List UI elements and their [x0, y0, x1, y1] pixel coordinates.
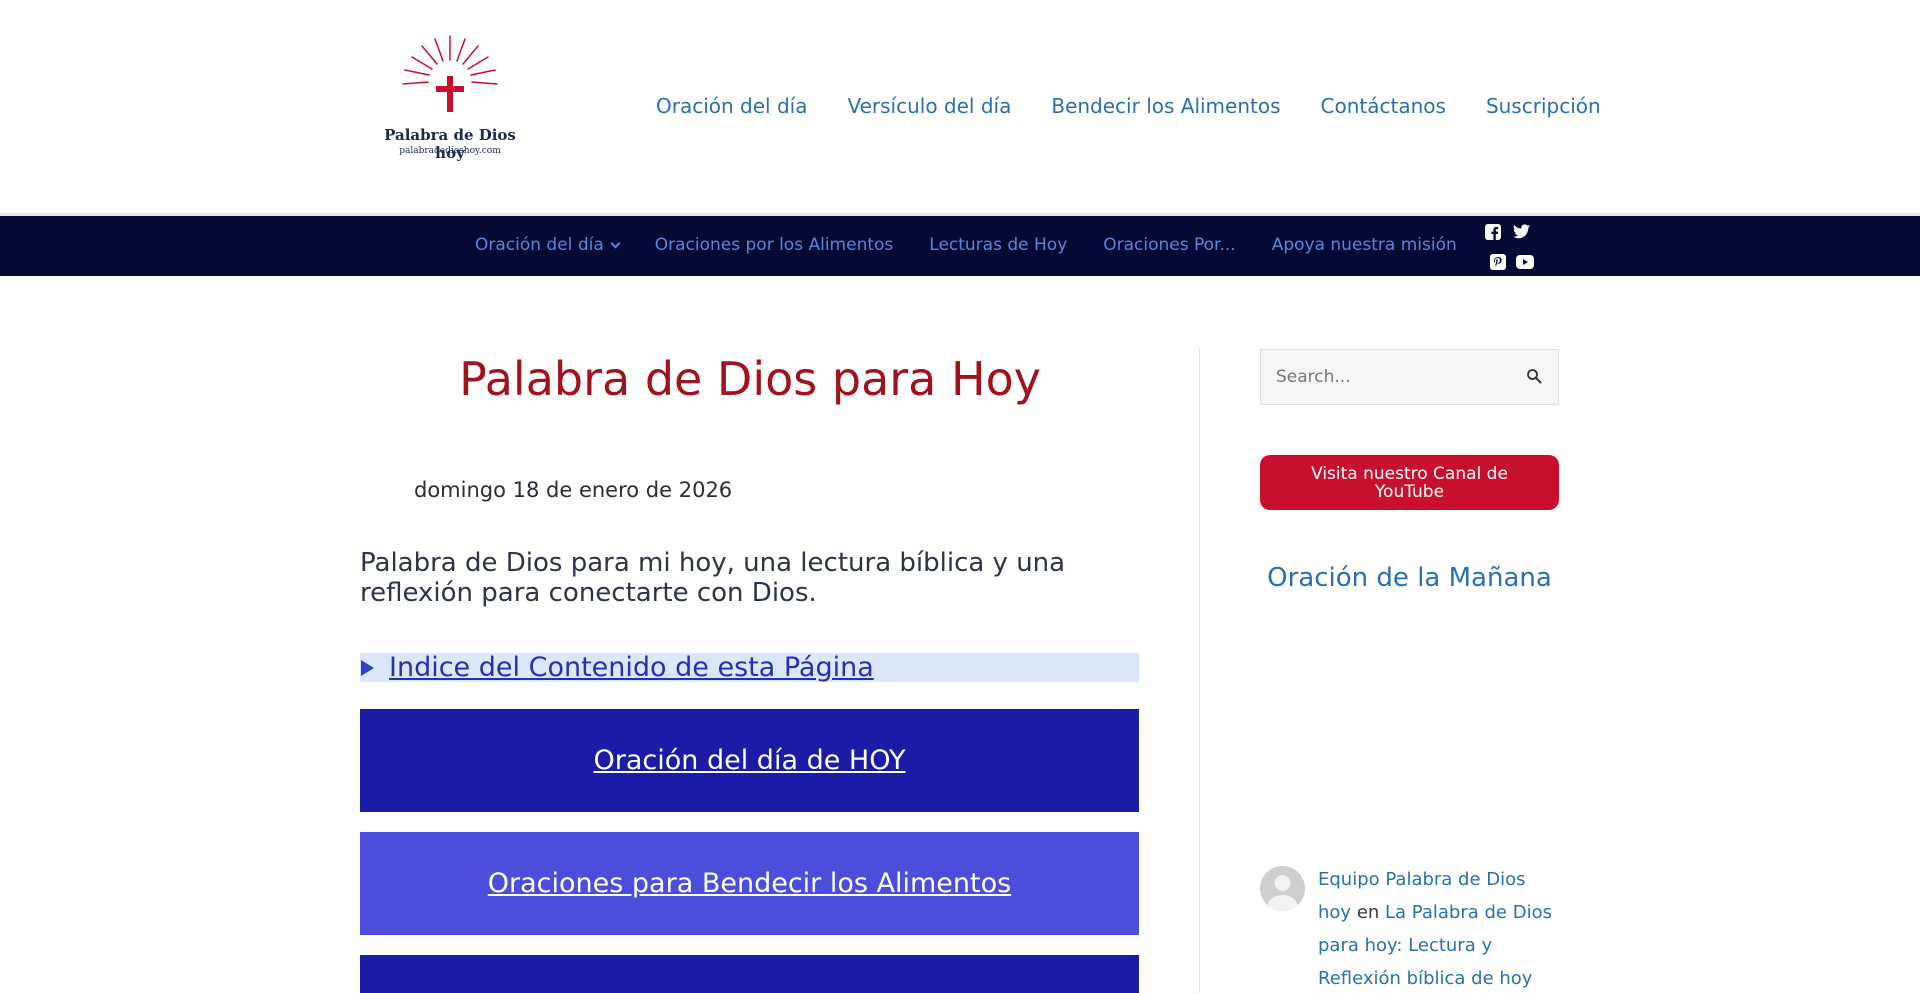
subnav-apoya-mision[interactable]: Apoya nuestra misión	[1272, 235, 1457, 255]
subnav-lecturas-de-hoy[interactable]: Lecturas de Hoy	[929, 235, 1067, 255]
social-links	[1478, 221, 1538, 273]
block-next	[360, 955, 1139, 993]
page-date: domingo 18 de enero de 2026	[414, 478, 733, 502]
site-logo[interactable]: Palabra de Dios hoy palabradedioshoy.com	[375, 30, 525, 162]
page-title: Palabra de Dios para Hoy	[459, 352, 1041, 406]
facebook-icon[interactable]	[1485, 224, 1501, 240]
subnav-oraciones-por[interactable]: Oraciones Por...	[1103, 235, 1235, 255]
search-icon[interactable]	[1526, 368, 1542, 388]
search-input[interactable]	[1261, 350, 1511, 404]
logo-subtitle: palabradedioshoy.com	[399, 146, 501, 156]
nav-contactanos[interactable]: Contáctanos	[1321, 94, 1446, 118]
cross-sunburst-icon	[402, 35, 498, 112]
twitter-icon[interactable]	[1513, 224, 1530, 240]
pinterest-icon[interactable]	[1490, 254, 1506, 270]
comment-post-link[interactable]: La Palabra de Dios para hoy: Lectura y R…	[1318, 902, 1552, 993]
subnav-oracion-del-dia[interactable]: Oración del día	[475, 235, 621, 255]
primary-nav: Oración del día Versículo del día Bendec…	[656, 94, 1601, 118]
sidebar-heading: Oración de la Mañana	[1267, 563, 1552, 593]
table-of-contents[interactable]: Indice del Contenido de esta Página	[360, 652, 1139, 683]
block-oracion-del-dia: Oración del día de HOY	[360, 709, 1139, 812]
toc-link[interactable]: Indice del Contenido de esta Página	[389, 652, 874, 683]
avatar	[1260, 866, 1305, 911]
comment-connector: en	[1356, 902, 1380, 923]
secondary-nav: Oración del día Oraciones por los Alimen…	[0, 216, 1920, 276]
site-header: Palabra de Dios hoy palabradedioshoy.com…	[0, 0, 1920, 215]
nav-versiculo-del-dia[interactable]: Versículo del día	[847, 94, 1011, 118]
search-box	[1260, 349, 1559, 405]
subnav-oraciones-alimentos[interactable]: Oraciones por los Alimentos	[655, 235, 894, 255]
nav-oracion-del-dia[interactable]: Oración del día	[656, 94, 807, 118]
nav-suscripcion[interactable]: Suscripción	[1486, 94, 1601, 118]
youtube-channel-button[interactable]: Visita nuestro Canal de YouTube	[1260, 455, 1559, 510]
comment-text: Equipo Palabra de Dios hoy en La Palabra…	[1318, 863, 1558, 993]
intro-text: Palabra de Dios para mi hoy, una lectura…	[360, 548, 1066, 608]
block-bendecir-alimentos: Oraciones para Bendecir los Alimentos	[360, 832, 1139, 935]
chevron-down-icon	[610, 238, 621, 248]
sidebar-divider	[1199, 348, 1200, 993]
subnav-label: Oración del día	[475, 235, 604, 255]
link-oracion-del-dia[interactable]: Oración del día de HOY	[594, 745, 906, 776]
youtube-icon[interactable]	[1516, 254, 1534, 270]
nav-bendecir-alimentos[interactable]: Bendecir los Alimentos	[1051, 94, 1280, 118]
disclosure-triangle-icon[interactable]	[361, 659, 374, 676]
logo-title: Palabra de Dios hoy	[384, 126, 516, 162]
link-bendecir-alimentos[interactable]: Oraciones para Bendecir los Alimentos	[488, 868, 1011, 899]
